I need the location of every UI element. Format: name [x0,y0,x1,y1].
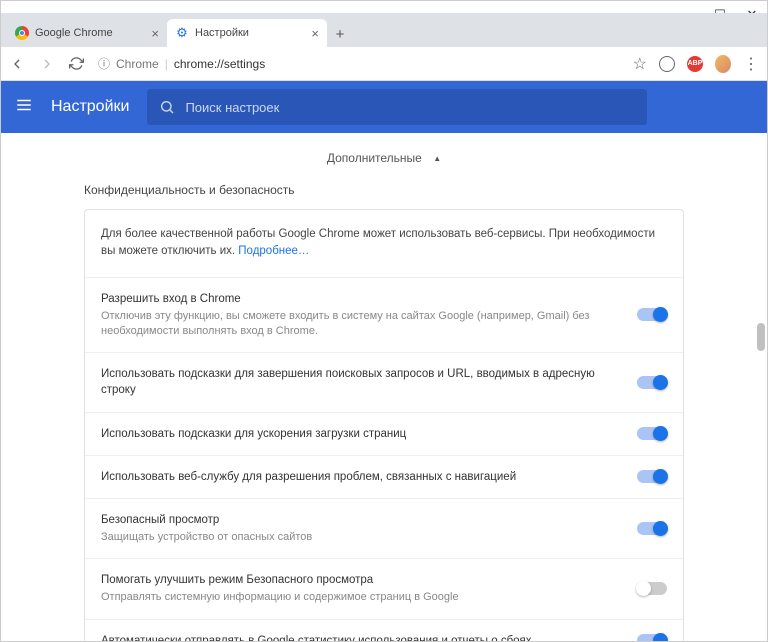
setting-row: Использовать подсказки для завершения по… [85,353,683,412]
setting-title: Использовать подсказки для ускорения заг… [101,426,621,442]
tab-strip: Google Chrome × ⚙ Настройки × + [1,13,767,47]
toggle-switch[interactable] [637,470,667,483]
tab-google-chrome[interactable]: Google Chrome × [7,19,167,47]
setting-title: Использовать веб-службу для разрешения п… [101,469,621,485]
toggle-switch[interactable] [637,522,667,535]
hamburger-icon[interactable] [15,96,33,119]
chrome-favicon [15,26,29,40]
star-icon[interactable]: ☆ [633,54,647,74]
info-icon: ⓘ [98,55,110,72]
url-label: Chrome [116,57,159,71]
setting-title: Разрешить вход в Chrome [101,291,621,307]
menu-icon[interactable]: ⋮ [743,54,759,74]
tab-label: Настройки [195,27,249,39]
back-button[interactable] [9,56,25,72]
url-text: chrome://settings [174,57,265,71]
setting-title: Использовать подсказки для завершения по… [101,366,621,398]
settings-card: Для более качественной работы Google Chr… [84,209,684,641]
setting-row: Безопасный просмотр Защищать устройство о… [85,499,683,559]
setting-title: Помогать улучшить режим Безопасного прос… [101,572,621,588]
yandex-icon[interactable] [659,56,675,72]
toggle-switch[interactable] [637,582,667,595]
toggle-switch[interactable] [637,427,667,440]
forward-button[interactable] [39,56,55,72]
setting-title: Автоматически отправлять в Google статис… [101,633,621,641]
new-tab-button[interactable]: + [327,21,353,47]
setting-row: Помогать улучшить режим Безопасного прос… [85,559,683,619]
tab-close[interactable]: × [311,26,319,41]
content-area: Дополнительные ▲ Конфиденциальность и бе… [1,133,767,641]
toggle-switch[interactable] [637,376,667,389]
tab-label: Google Chrome [35,27,113,39]
chevron-up-icon: ▲ [433,154,441,163]
tab-close[interactable]: × [151,26,159,41]
section-title: Конфиденциальность и безопасность [84,183,684,197]
search-icon [159,99,175,115]
setting-row: Автоматически отправлять в Google статис… [85,620,683,641]
setting-row: Разрешить вход в Chrome Отключив эту функ… [85,278,683,354]
setting-row: Использовать подсказки для ускорения заг… [85,413,683,456]
abp-icon[interactable]: ABP [687,56,703,72]
intro-text: Для более качественной работы Google Chr… [85,210,683,278]
setting-row: Использовать веб-службу для разрешения п… [85,456,683,499]
search-box[interactable] [147,89,647,125]
setting-subtitle: Отправлять системную информацию и содерж… [101,590,621,605]
setting-subtitle: Защищать устройство от опасных сайтов [101,530,621,545]
omnibox[interactable]: ⓘ Chrome | chrome://settings [98,55,619,72]
toggle-switch[interactable] [637,308,667,321]
learn-more-link[interactable]: Подробнее… [238,245,309,257]
reload-button[interactable] [69,56,84,71]
page-title: Настройки [51,98,129,116]
scrollbar-thumb[interactable] [757,323,765,351]
setting-subtitle: Отключив эту функцию, вы сможете входить… [101,309,621,340]
setting-title: Безопасный просмотр [101,512,621,528]
search-input[interactable] [185,100,635,115]
advanced-toggle[interactable]: Дополнительные ▲ [1,133,767,183]
tab-settings[interactable]: ⚙ Настройки × [167,19,327,47]
toggle-switch[interactable] [637,634,667,641]
settings-header: Настройки [1,81,767,133]
avatar-icon[interactable] [715,56,731,72]
address-bar: ⓘ Chrome | chrome://settings ☆ ABP ⋮ [1,47,767,81]
settings-favicon: ⚙ [175,26,189,40]
